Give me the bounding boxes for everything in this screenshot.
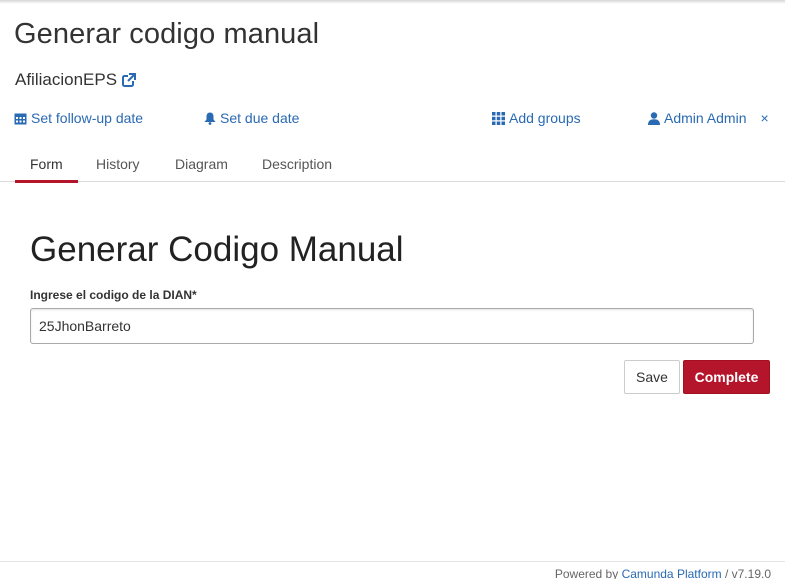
tab-form[interactable]: Form (15, 156, 78, 183)
assignee-name-link[interactable]: Admin Admin (664, 110, 746, 126)
process-name: AfiliacionEPS (15, 70, 118, 89)
remove-assignee-icon[interactable]: × (760, 110, 768, 126)
set-follow-up-date-link[interactable]: Set follow-up date (14, 110, 143, 126)
footer: Powered by Camunda Platform / v7.19.0 (0, 561, 785, 579)
user-icon (648, 111, 660, 125)
complete-button[interactable]: Complete (683, 360, 770, 394)
bell-icon (204, 112, 216, 125)
dian-code-input[interactable] (30, 308, 754, 344)
task-title: Generar codigo manual (14, 18, 320, 50)
save-button[interactable]: Save (624, 360, 680, 394)
process-definition-link[interactable]: AfiliacionEPS (15, 70, 137, 90)
assignee: Admin Admin × (648, 110, 769, 126)
grid-icon (492, 111, 505, 125)
task-actions-bar: Set follow-up date Set due date Add grou… (0, 110, 785, 130)
task-tabs: Form History Diagram Description (0, 151, 785, 183)
tab-diagram[interactable]: Diagram (175, 156, 228, 182)
add-groups-link[interactable]: Add groups (492, 110, 581, 126)
calendar-icon (14, 112, 27, 125)
footer-text: Powered by Camunda Platform / v7.19.0 (555, 567, 771, 579)
tab-description[interactable]: Description (262, 156, 332, 182)
camunda-platform-link[interactable]: Camunda Platform (622, 567, 722, 579)
set-due-date-label: Set due date (220, 110, 300, 126)
set-due-date-link[interactable]: Set due date (204, 110, 299, 126)
tab-history[interactable]: History (96, 156, 140, 182)
set-follow-up-date-label: Set follow-up date (31, 110, 144, 126)
form-title: Generar Codigo Manual (30, 230, 404, 269)
powered-by-label: Powered by (554, 567, 619, 579)
header-shadow (0, 0, 785, 4)
dian-code-label: Ingrese el codigo de la DIAN* (30, 288, 197, 302)
external-link-icon (122, 73, 137, 87)
version-label: / v7.19.0 (724, 567, 771, 579)
add-groups-label: Add groups (509, 110, 581, 126)
